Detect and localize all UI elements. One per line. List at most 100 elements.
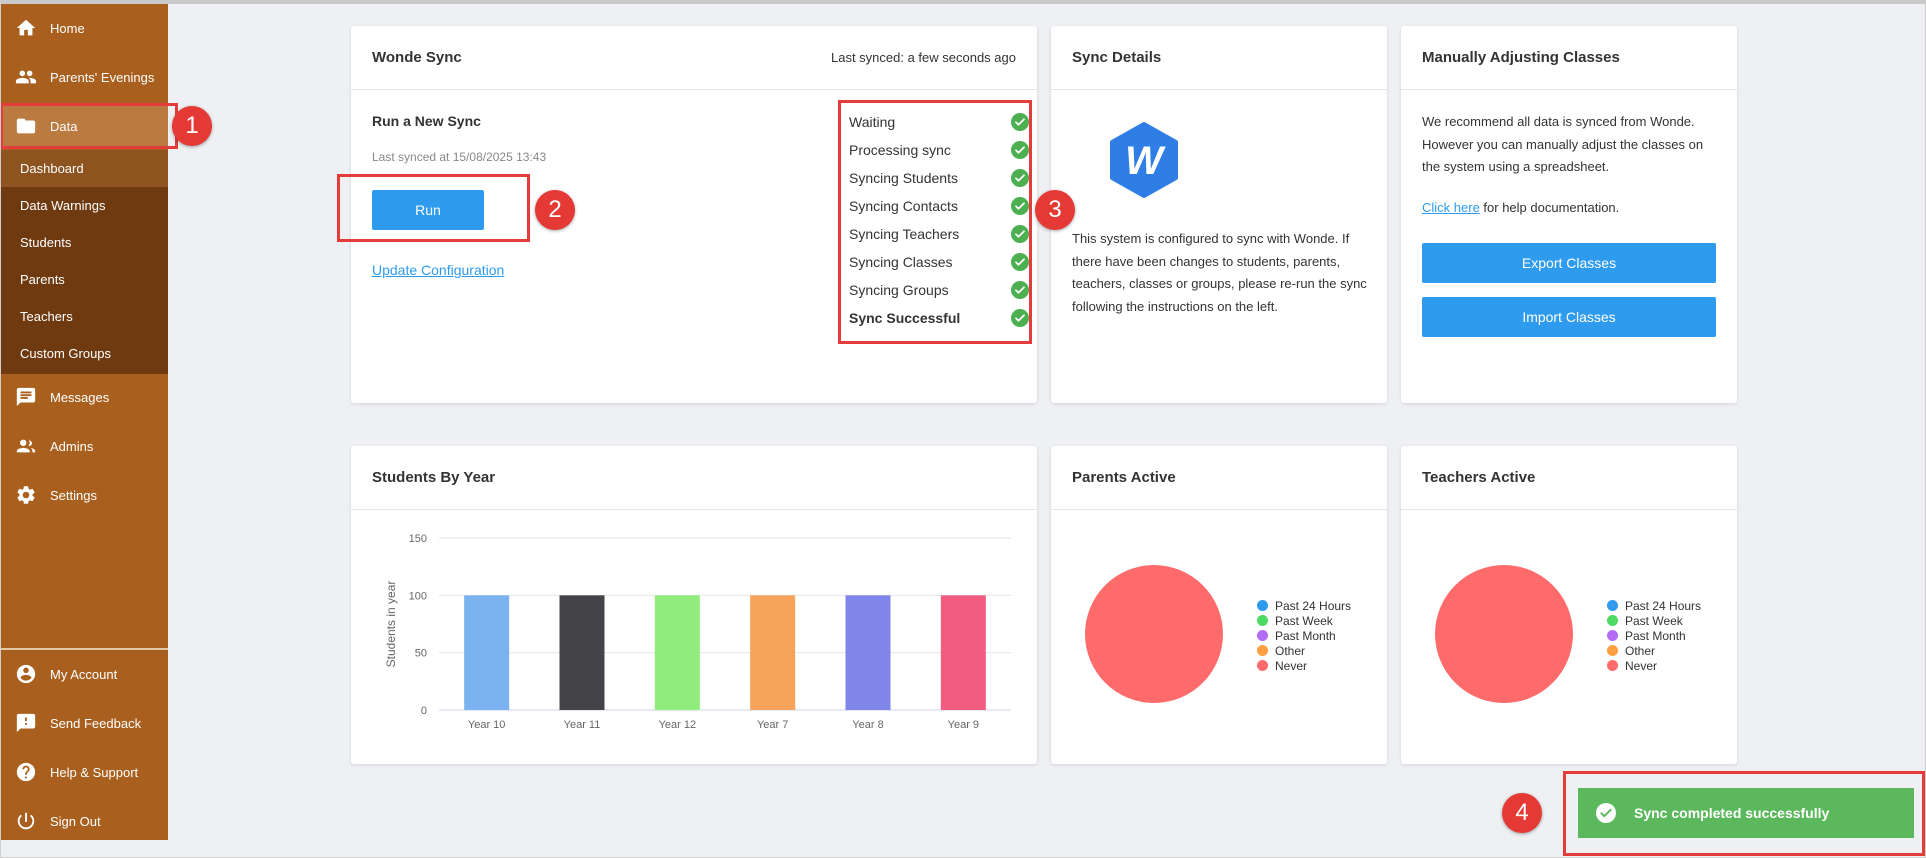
import-classes-button[interactable]: Import Classes [1422,297,1716,337]
legend-label: Other [1625,643,1656,658]
annotation-marker-2: 2 [535,190,575,230]
students-by-year-header: Students By Year [351,446,1037,510]
sync-step-label: Syncing Groups [849,282,949,298]
legend-item[interactable]: Past 24 Hours [1607,598,1701,613]
sync-step-label: Processing sync [849,142,951,158]
sync-step: Syncing Teachers [849,220,1029,248]
legend-label: Past Week [1275,613,1333,628]
sync-step-label: Syncing Contacts [849,198,958,214]
sync-step: Syncing Classes [849,248,1029,276]
subnav-item-parents[interactable]: Parents [0,261,168,298]
subnav-item-students[interactable]: Students [0,224,168,261]
bar [750,595,796,710]
manual-classes-description: We recommend all data is synced from Won… [1422,114,1704,174]
check-circle-icon [1011,281,1029,299]
people-icon [14,65,38,89]
update-configuration-link[interactable]: Update Configuration [372,262,504,278]
check-circle-icon [1011,141,1029,159]
sync-details-header: Sync Details [1051,26,1387,90]
legend-swatch [1257,630,1268,641]
sidebar-item-label: Home [50,20,85,36]
card-title: Students By Year [372,469,496,486]
card-title: Teachers Active [1422,469,1536,486]
last-synced-at: Last synced at 15/08/2025 13:43 [372,150,547,164]
sync-step-label: Sync Successful [849,310,961,326]
sidebar-item-label: Messages [50,389,110,405]
subnav-item-custom-groups[interactable]: Custom Groups [0,335,168,372]
legend-label: Past 24 Hours [1275,598,1352,613]
legend-item[interactable]: Never [1257,658,1351,673]
help-docs-line: Click here for help documentation. [1422,200,1619,215]
bar [845,595,891,710]
bar [940,595,986,710]
wonde-sync-header: Wonde Sync Last synced: a few seconds ag… [351,26,1037,90]
subnav-item-data-warnings[interactable]: Data Warnings [0,187,168,224]
sidebar-item-my-account[interactable]: My Account [0,654,168,694]
power-icon [14,809,38,833]
sidebar-item-data[interactable]: Data [0,106,168,146]
legend-item[interactable]: Other [1257,643,1351,658]
sidebar-item-label: Sign Out [50,813,101,829]
parents-active-legend: Past 24 Hours Past Week Past Month Other Nev… [1257,598,1351,673]
account-icon [14,662,38,686]
export-classes-button[interactable]: Export Classes [1422,243,1716,283]
annotation-marker-1: 1 [172,106,212,146]
bar [654,595,700,710]
sidebar-item-label: My Account [50,666,118,682]
sync-step: Syncing Students [849,164,1029,192]
annotation-marker-3: 3 [1035,190,1075,230]
teachers-active-pie [1435,565,1573,703]
legend-swatch [1607,660,1618,671]
card-title: Wonde Sync [372,49,462,66]
legend-swatch [1257,660,1268,671]
parents-active-header: Parents Active [1051,446,1387,510]
legend-item[interactable]: Past 24 Hours [1257,598,1351,613]
x-tick-label: Year 9 [948,719,979,731]
y-tick-label: 100 [409,590,427,602]
legend-item[interactable]: Past Month [1607,628,1701,643]
subnav-item-teachers[interactable]: Teachers [0,298,168,335]
sidebar-item-send-feedback[interactable]: Send Feedback [0,703,168,743]
sync-step: Sync Successful [849,304,1029,332]
x-tick-label: Year 11 [564,719,601,731]
legend-swatch [1607,600,1618,611]
sync-details-card: Sync Details [1051,26,1387,403]
sidebar: Home Parents' Evenings Data Dashboard Da… [0,0,168,840]
legend-item[interactable]: Past Week [1607,613,1701,628]
feedback-icon [14,711,38,735]
data-subnav: Dashboard Data Warnings Students Parents… [0,150,168,374]
students-by-year-chart: 0 50 100 150 Students in year Year 10 Year 11 Y… [384,533,1011,731]
toast-message: Sync completed successfully [1634,805,1830,821]
sidebar-item-home[interactable]: Home [0,8,168,48]
sidebar-item-label: Parents' Evenings [50,69,155,85]
sidebar-item-help-support[interactable]: Help & Support [0,752,168,792]
card-title: Sync Details [1072,49,1162,66]
check-circle-icon [1596,803,1616,823]
legend-item[interactable]: Never [1607,658,1701,673]
manual-classes-header: Manually Adjusting Classes [1401,26,1737,90]
subnav-item-dashboard[interactable]: Dashboard [0,150,168,187]
sidebar-item-settings[interactable]: Settings [0,475,168,515]
click-here-link[interactable]: Click here [1422,200,1480,215]
legend-swatch [1607,630,1618,641]
sidebar-item-parents-evenings[interactable]: Parents' Evenings [0,57,168,97]
wonde-logo: W [1108,122,1180,198]
legend-label: Never [1625,658,1658,673]
legend-item[interactable]: Past Week [1257,613,1351,628]
message-icon [14,385,38,409]
sidebar-item-admins[interactable]: Admins [0,426,168,466]
sidebar-item-sign-out[interactable]: Sign Out [0,801,168,841]
legend-swatch [1607,615,1618,626]
bar [464,595,510,710]
legend-item[interactable]: Other [1607,643,1701,658]
sync-step-label: Syncing Classes [849,254,953,270]
run-button[interactable]: Run [372,190,484,230]
x-tick-label: Year 12 [659,719,697,731]
sidebar-item-label: Send Feedback [50,715,142,731]
legend-label: Past Month [1625,628,1686,643]
card-title: Manually Adjusting Classes [1422,49,1620,66]
legend-item[interactable]: Past Month [1257,628,1351,643]
check-circle-icon [1011,113,1029,131]
annotation-marker-4: 4 [1502,793,1542,833]
sidebar-item-messages[interactable]: Messages [0,377,168,417]
